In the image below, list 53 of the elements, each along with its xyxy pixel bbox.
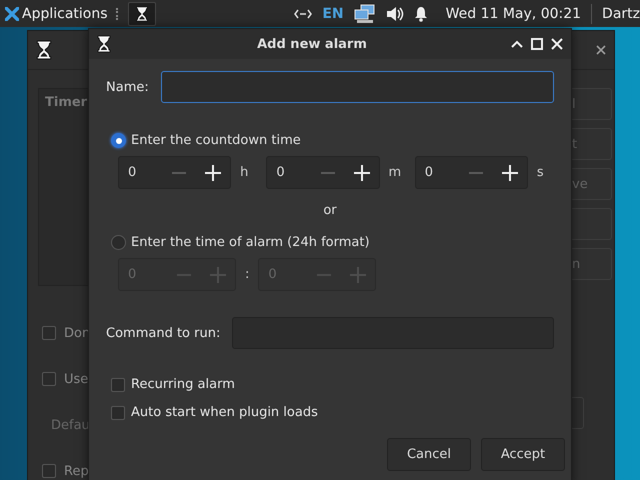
spin-field[interactable]: 0 [266, 156, 380, 189]
command-label: Command to run: [106, 326, 220, 340]
applications-menu[interactable]: Applications [3, 6, 110, 22]
dialog-button[interactable]: Accept [481, 438, 565, 471]
minus-icon [320, 172, 334, 174]
unit-label: s [536, 165, 545, 180]
checkbox-label: Rep [64, 464, 89, 478]
minus-icon [468, 172, 483, 174]
checkbox-label: Recurring alarm [131, 377, 235, 392]
name-label: Name: [106, 80, 149, 94]
unit-label: m [388, 165, 402, 180]
checkbox[interactable] [111, 378, 125, 392]
radio-label: Enter the time of alarm (24h format) [131, 235, 370, 250]
code-brackets-icon[interactable] [294, 8, 312, 18]
spin-field[interactable]: 0 [414, 156, 528, 189]
list-header: Timer [45, 95, 88, 110]
taskbar-button[interactable] [128, 2, 156, 26]
plus-icon [354, 164, 370, 180]
plus-icon [205, 164, 222, 180]
hourglass-icon [34, 40, 54, 60]
keyboard-layout[interactable]: EN [322, 6, 344, 22]
clock[interactable]: Wed 11 May, 00:21 [446, 6, 582, 22]
name-field[interactable] [160, 71, 554, 103]
dialog-button[interactable]: Cancel [387, 438, 471, 471]
spin-field[interactable]: 0 [118, 156, 232, 189]
checkbox[interactable] [111, 406, 125, 420]
checkbox-label: Auto start when plugin loads [131, 405, 318, 420]
or-label: or [323, 203, 337, 218]
field-label: Defau [51, 418, 90, 432]
dialog-title: Add new alarm [256, 36, 368, 52]
minus-icon [172, 172, 186, 174]
hourglass-icon [95, 35, 113, 53]
volume-icon[interactable] [386, 6, 404, 22]
checkbox[interactable] [42, 464, 56, 478]
x-logo-icon [5, 6, 19, 20]
radio-button[interactable] [111, 133, 126, 148]
maximize-icon[interactable] [531, 38, 543, 50]
checkbox-label: Use [64, 372, 88, 386]
hourglass-icon [134, 6, 150, 22]
unit-label: h [240, 165, 250, 180]
radio-label: Enter the countdown time [131, 133, 301, 148]
plus-icon [210, 266, 226, 282]
plus-icon [350, 266, 366, 282]
user-name[interactable]: Dartz [602, 6, 640, 22]
checkbox[interactable] [42, 326, 56, 340]
caret-up-icon[interactable] [511, 40, 523, 48]
network-icon[interactable] [354, 4, 376, 24]
close-icon[interactable] [596, 45, 606, 55]
separator-label: : [245, 267, 250, 282]
plus-icon [502, 164, 518, 180]
side-button[interactable] [570, 208, 612, 240]
bell-icon[interactable] [414, 6, 428, 22]
checkbox[interactable] [42, 372, 56, 386]
